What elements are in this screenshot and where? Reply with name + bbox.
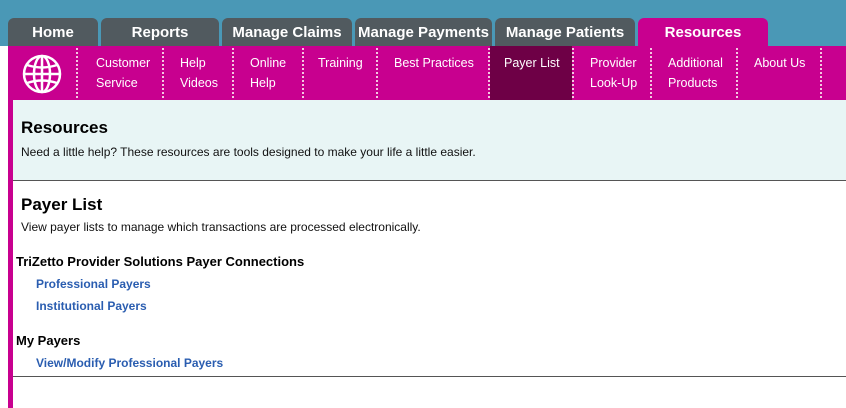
tab-manage-patients[interactable]: Manage Patients: [495, 18, 635, 46]
tab-resources[interactable]: Resources: [638, 18, 768, 46]
divider: [13, 376, 846, 377]
subnav-label: Service: [96, 76, 138, 90]
tab-manage-claims[interactable]: Manage Claims: [222, 18, 352, 46]
subnav-label: Help: [180, 56, 206, 70]
subnav-customer-service[interactable]: Customer Service: [78, 46, 162, 100]
subnav-online-help[interactable]: Online Help: [234, 46, 302, 100]
subnav-label: Look-Up: [590, 76, 638, 90]
tab-reports[interactable]: Reports: [101, 18, 219, 46]
professional-payers-link[interactable]: Professional Payers: [36, 277, 151, 291]
globe-icon: [22, 54, 62, 94]
subnav-label: Best Practices: [394, 56, 474, 70]
subnav-label: Provider: [590, 56, 637, 70]
page-title: Resources: [21, 118, 108, 137]
subnav-payer-list[interactable]: Payer List: [490, 46, 572, 100]
subnav-label: Training: [318, 56, 363, 70]
subnav-label: Products: [668, 76, 718, 90]
subnav-training[interactable]: Training: [304, 46, 376, 100]
subnav-additional-products[interactable]: Additional Products: [652, 46, 736, 100]
section-title: Payer List: [21, 195, 103, 214]
my-payers-heading: My Payers: [16, 333, 81, 348]
subnav-label: Videos: [180, 76, 218, 90]
subnav-about-us[interactable]: About Us: [738, 46, 820, 100]
subnav-help-videos[interactable]: Help Videos: [164, 46, 232, 100]
resources-subnav: Customer Service Help Videos Online Help…: [8, 46, 846, 100]
view-modify-professional-payers-link[interactable]: View/Modify Professional Payers: [36, 356, 223, 370]
tab-home[interactable]: Home: [8, 18, 98, 46]
section-description: View payer lists to manage which transac…: [21, 220, 421, 234]
subnav-label: Additional: [668, 56, 723, 70]
intro-text: Need a little help? These resources are …: [21, 145, 476, 159]
subnav-label: Help: [250, 76, 276, 90]
subnav-label: About Us: [754, 56, 806, 70]
subnav-provider-lookup[interactable]: Provider Look-Up: [574, 46, 650, 100]
institutional-payers-link[interactable]: Institutional Payers: [36, 299, 147, 313]
subnav-best-practices[interactable]: Best Practices: [378, 46, 488, 100]
connections-heading: TriZetto Provider Solutions Payer Connec…: [16, 254, 305, 269]
tab-manage-payments[interactable]: Manage Payments: [355, 18, 492, 46]
subnav-divider: [820, 48, 822, 98]
subnav-label: Payer List: [504, 56, 560, 70]
subnav-label: Customer: [96, 56, 151, 70]
subnav-label: Online: [250, 56, 287, 70]
resources-intro-panel: Resources Need a little help? These reso…: [13, 100, 846, 181]
